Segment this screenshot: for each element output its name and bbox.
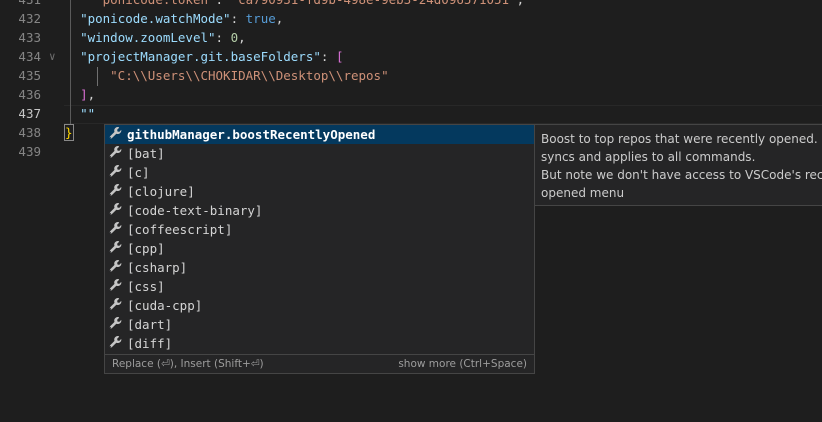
line-number: 433 bbox=[18, 30, 41, 45]
code-line[interactable]: 434 ∨ "projectManager.git.baseFolders": [ bbox=[0, 47, 822, 66]
wrench-icon bbox=[109, 145, 125, 161]
line-number: 432 bbox=[18, 11, 41, 26]
line-number: 436 bbox=[18, 87, 41, 102]
suggest-item[interactable]: [clojure] bbox=[105, 182, 534, 201]
wrench-icon bbox=[109, 240, 125, 256]
wrench-icon bbox=[109, 316, 125, 332]
suggest-item[interactable]: [bat] bbox=[105, 144, 534, 163]
code-text: "projectManager.git.baseFolders": [ bbox=[80, 49, 344, 64]
wrench-icon bbox=[109, 278, 125, 294]
suggest-item-label: [cpp] bbox=[127, 241, 165, 256]
line-number: 437 bbox=[18, 106, 41, 121]
wrench-icon bbox=[109, 126, 125, 142]
wrench-icon bbox=[109, 164, 125, 180]
wrench-icon bbox=[109, 183, 125, 199]
suggest-item[interactable]: [cuda-cpp] bbox=[105, 296, 534, 315]
wrench-icon bbox=[109, 221, 125, 237]
wrench-icon bbox=[109, 297, 125, 313]
suggest-item[interactable]: [css] bbox=[105, 277, 534, 296]
line-number: 434 bbox=[18, 49, 41, 64]
suggest-item-label: [code-text-binary] bbox=[127, 203, 263, 218]
line-number: 438 bbox=[18, 125, 41, 140]
suggest-item[interactable]: [cpp] bbox=[105, 239, 534, 258]
fold-chevron-icon[interactable]: ∨ bbox=[49, 47, 61, 66]
code-line[interactable]: 436 ], bbox=[0, 85, 822, 104]
code-text: "" bbox=[80, 106, 96, 121]
details-line: But note we don't have access to VSCode'… bbox=[541, 168, 822, 182]
code-line[interactable]: 432 "ponicode.watchMode": true, bbox=[0, 9, 822, 28]
details-line: Boost to top repos that were recently op… bbox=[541, 132, 822, 146]
suggest-item[interactable]: [diff] bbox=[105, 334, 534, 353]
suggest-item-label: [coffeescript] bbox=[127, 222, 233, 237]
suggest-item[interactable]: [c] bbox=[105, 163, 534, 182]
suggest-item[interactable]: githubManager.boostRecentlyOpened bbox=[105, 125, 534, 144]
code-text: "window.zoomLevel": 0, bbox=[80, 30, 246, 45]
suggest-item[interactable]: [dart] bbox=[105, 315, 534, 334]
code-text: "C:\\Users\\CHOKIDAR\\Desktop\\repos" bbox=[110, 68, 389, 83]
suggest-item-label: [dart] bbox=[127, 317, 173, 332]
suggest-item[interactable]: [coffeescript] bbox=[105, 220, 534, 239]
code-line[interactable]: 431 "ponicode.token": "ca790931-fd9b-498… bbox=[0, 0, 822, 9]
code-text: ], bbox=[80, 87, 96, 102]
code-line[interactable]: 437 "" bbox=[0, 104, 822, 123]
details-line: opened menu bbox=[541, 186, 625, 200]
suggest-item[interactable]: [csharp] bbox=[105, 258, 534, 277]
suggest-item-label: [cuda-cpp] bbox=[127, 298, 203, 313]
code-line[interactable]: 435 "C:\\Users\\CHOKIDAR\\Desktop\\repos… bbox=[0, 66, 822, 85]
suggest-item-label: [csharp] bbox=[127, 260, 188, 275]
code-text: "ponicode.token": "ca790931-fd9b-498e-9e… bbox=[65, 0, 524, 9]
suggest-item-label: githubManager.boostRecentlyOpened bbox=[127, 127, 376, 142]
suggest-item-label: [css] bbox=[127, 279, 165, 294]
wrench-icon bbox=[109, 202, 125, 218]
code-text: "ponicode.watchMode": true, bbox=[80, 11, 284, 26]
suggest-item-label: [diff] bbox=[127, 336, 173, 351]
suggest-item-label: [c] bbox=[127, 165, 150, 180]
suggest-item-label: [clojure] bbox=[127, 184, 195, 199]
suggest-insert-hint: Replace (⏎), Insert (Shift+⏎) bbox=[112, 358, 264, 370]
suggest-item-label: [bat] bbox=[127, 146, 165, 161]
suggest-widget[interactable]: githubManager.boostRecentlyOpened [bat] [c… bbox=[104, 124, 535, 374]
show-more-hint[interactable]: show more (Ctrl+Space) bbox=[398, 355, 527, 374]
suggest-status-bar: Replace (⏎), Insert (Shift+⏎) show more … bbox=[105, 354, 534, 374]
line-number: 431 bbox=[0, 0, 41, 9]
details-line: syncs and applies to all commands. bbox=[541, 150, 756, 164]
wrench-icon bbox=[109, 335, 125, 351]
suggest-item[interactable]: [code-text-binary] bbox=[105, 201, 534, 220]
code-line[interactable]: 433 "window.zoomLevel": 0, bbox=[0, 28, 822, 47]
line-number: 439 bbox=[18, 144, 41, 159]
wrench-icon bbox=[109, 259, 125, 275]
code-text: } bbox=[64, 124, 74, 141]
line-number: 435 bbox=[18, 68, 41, 83]
suggest-details-panel: Boost to top repos that were recently op… bbox=[534, 124, 822, 206]
